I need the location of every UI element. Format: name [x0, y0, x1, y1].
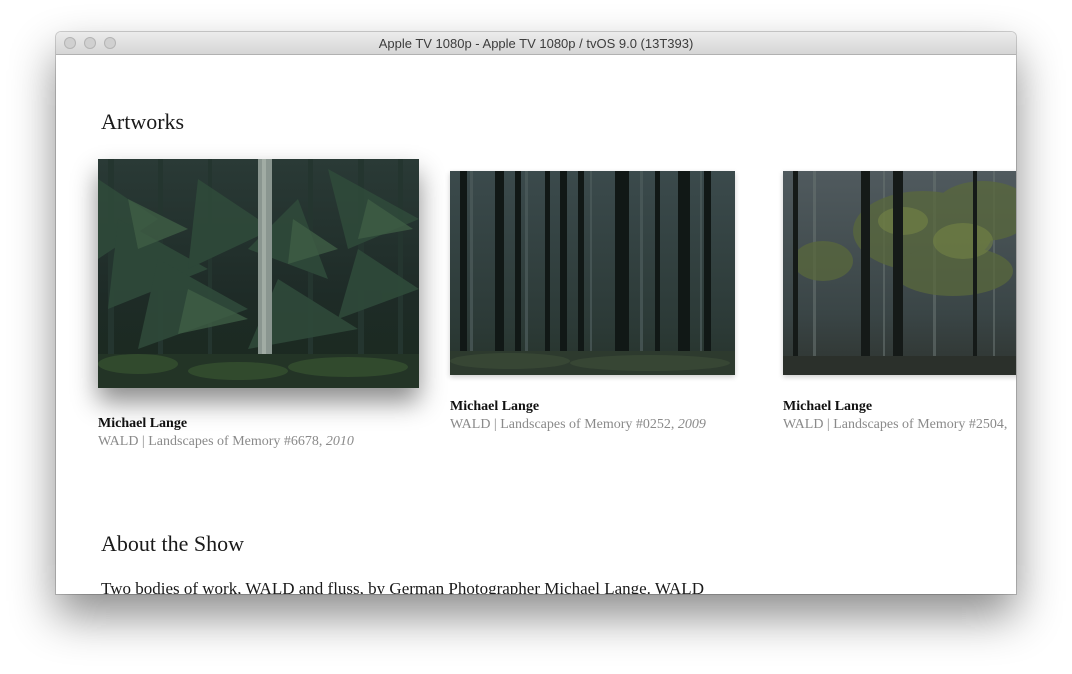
- artwork-artist: Michael Lange: [783, 399, 873, 414]
- artwork-card-3[interactable]: Michael Lange WALD | Landscapes of Memor…: [783, 171, 1016, 433]
- about-description: Two bodies of work, WALD and fluss, by G…: [101, 579, 704, 594]
- artwork-title: WALD | Landscapes of Memory #6678,: [98, 434, 326, 449]
- artwork-artist: Michael Lange: [98, 416, 188, 431]
- artwork-caption: WALD | Landscapes of Memory #0252, 2009: [450, 417, 735, 433]
- about-heading: About the Show: [101, 531, 244, 556]
- forest-dark-trunks-photo: [450, 171, 735, 375]
- close-window-icon[interactable]: [64, 37, 76, 49]
- window-title: Apple TV 1080p - Apple TV 1080p / tvOS 9…: [378, 35, 694, 51]
- minimize-window-icon[interactable]: [84, 37, 96, 49]
- zoom-window-icon[interactable]: [104, 37, 116, 49]
- artwork-artist: Michael Lange: [450, 399, 540, 414]
- forest-misty-green-photo: [783, 171, 1016, 375]
- forest-fir-trees-photo: [98, 159, 419, 388]
- artwork-caption: WALD | Landscapes of Memory #2504,: [783, 417, 1016, 433]
- artworks-heading: Artworks: [101, 109, 185, 134]
- artwork-title: WALD | Landscapes of Memory #2504,: [783, 417, 1008, 432]
- window-controls: [64, 37, 116, 49]
- artwork-title: WALD | Landscapes of Memory #0252,: [450, 417, 678, 432]
- artwork-card-1[interactable]: Michael Lange WALD | Landscapes of Memor…: [98, 159, 419, 450]
- artwork-year: 2009: [677, 417, 706, 432]
- tv-screen: Artworks Michael Lange WALD | Landscapes…: [56, 55, 1016, 594]
- simulator-window: Apple TV 1080p - Apple TV 1080p / tvOS 9…: [56, 32, 1016, 594]
- artwork-card-2[interactable]: Michael Lange WALD | Landscapes of Memor…: [450, 171, 735, 433]
- artwork-caption: WALD | Landscapes of Memory #6678, 2010: [98, 434, 419, 450]
- window-titlebar[interactable]: Apple TV 1080p - Apple TV 1080p / tvOS 9…: [56, 32, 1016, 55]
- artwork-year: 2010: [325, 434, 354, 449]
